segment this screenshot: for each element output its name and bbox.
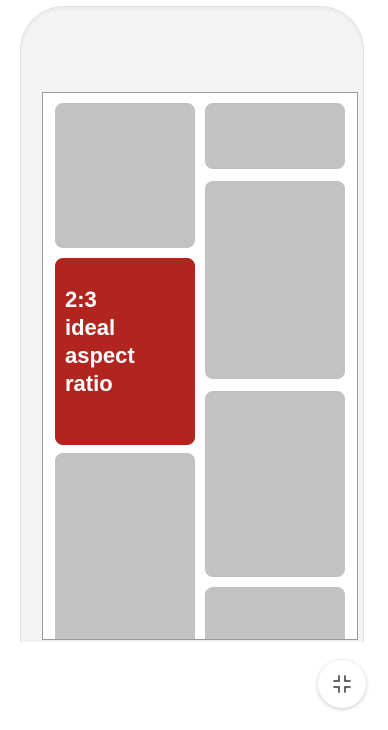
phone-screen: 2:3 ideal aspect ratio bbox=[42, 92, 358, 640]
placeholder-pin bbox=[55, 453, 195, 639]
collapse-button[interactable] bbox=[318, 660, 366, 708]
placeholder-pin bbox=[205, 587, 345, 639]
placeholder-pin bbox=[205, 103, 345, 169]
collapse-arrows-icon bbox=[331, 673, 353, 695]
featured-pin: 2:3 ideal aspect ratio bbox=[55, 258, 195, 445]
featured-pin-label-line: 2:3 bbox=[65, 287, 97, 312]
placeholder-pin bbox=[205, 391, 345, 577]
featured-pin-label-line: ideal bbox=[65, 315, 116, 340]
placeholder-pin bbox=[205, 181, 345, 379]
placeholder-pin bbox=[55, 103, 195, 248]
featured-pin-label-line: ratio bbox=[65, 371, 113, 396]
featured-pin-label-line: aspect bbox=[65, 343, 135, 368]
